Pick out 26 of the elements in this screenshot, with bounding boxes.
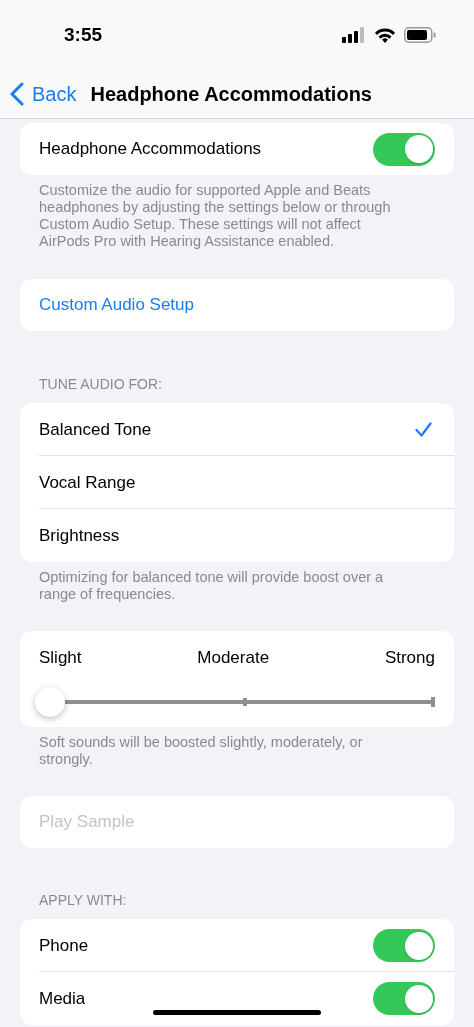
- toggle-switch[interactable]: [373, 929, 435, 962]
- slider-label: Slight: [39, 647, 82, 669]
- nav-title: Headphone Accommodations: [90, 82, 372, 107]
- wifi-icon: [374, 27, 396, 43]
- toggle-switch[interactable]: [373, 982, 435, 1015]
- toggle-switch[interactable]: [373, 132, 435, 166]
- section-footer: Customize the audio for supported Apple and Beats headphones by adjusting the settings below or through Custom Audio Setup. These settings will not affect AirPods Pro with Hearing Assistance enabled.: [39, 175, 411, 250]
- back-chevron-icon: [10, 82, 24, 106]
- setting-label: Media: [39, 987, 86, 1010]
- back-button[interactable]: Back: [10, 79, 77, 109]
- battery-icon: [404, 27, 436, 43]
- slider-label: Strong: [384, 647, 435, 669]
- section-header: APPLY WITH:: [38, 891, 128, 910]
- tune-option[interactable]: Vocal Range: [20, 456, 454, 509]
- slider-thumb[interactable]: [35, 686, 65, 717]
- status-time: 3:55: [64, 22, 103, 47]
- setting-label: Headphone Accommodations: [39, 138, 262, 161]
- tune-option[interactable]: Balanced Tone: [20, 403, 454, 456]
- setting-label: Phone: [39, 934, 89, 957]
- section-footer: Soft sounds will be boosted slightly, moderately, or strongly.: [39, 727, 369, 768]
- custom-audio-setup-button[interactable]: Custom Audio Setup: [20, 279, 454, 331]
- signal-icon: [342, 27, 366, 43]
- tune-option[interactable]: Brightness: [20, 509, 454, 562]
- slider-label: Moderate: [197, 647, 270, 669]
- section-header: TUNE AUDIO FOR:: [38, 375, 163, 394]
- section-footer: Optimizing for balanced tone will provide boost over a range of frequencies.: [39, 562, 417, 603]
